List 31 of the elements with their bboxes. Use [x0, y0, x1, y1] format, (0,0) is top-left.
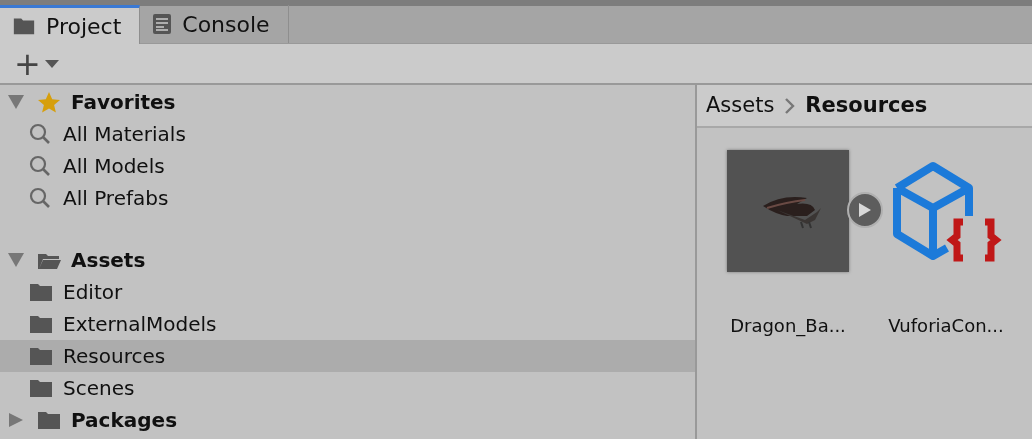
play-icon — [859, 203, 871, 217]
breadcrumb-item[interactable]: Resources — [805, 89, 928, 122]
asset-name: VuforiaCon... — [888, 314, 1004, 338]
tree-item[interactable]: Resources — [0, 340, 695, 372]
tree-item[interactable]: Favorites — [0, 86, 695, 118]
expanded-arrow-icon — [8, 253, 24, 267]
folder-icon — [28, 281, 54, 303]
folder-icon — [28, 377, 54, 399]
tree-item[interactable]: All Prefabs — [0, 182, 695, 214]
breadcrumb-item[interactable]: Assets — [706, 89, 775, 122]
collapsed-arrow-icon — [8, 413, 24, 427]
folder-icon — [28, 313, 54, 335]
tab[interactable]: Project — [0, 5, 141, 44]
add-button[interactable]: + — [10, 47, 63, 80]
tree-item[interactable]: All Materials — [0, 118, 695, 150]
console-icon — [152, 13, 173, 35]
star-icon — [36, 91, 62, 113]
asset-name: Dragon_Ba... — [730, 314, 846, 339]
folder-icon — [28, 345, 54, 367]
expanded-arrow-icon — [8, 95, 24, 109]
tree-item[interactable]: ExternalModels — [0, 308, 695, 340]
folder-icon — [36, 409, 62, 431]
tree-item[interactable]: Editor — [0, 276, 695, 308]
tree-item[interactable]: Packages — [0, 404, 695, 436]
play-button[interactable] — [847, 192, 883, 228]
caret-icon — [44, 59, 59, 68]
tree-item[interactable]: All Models — [0, 150, 695, 182]
tab[interactable]: Console — [140, 5, 289, 43]
tree-item[interactable]: Scenes — [0, 372, 695, 404]
tree-item[interactable]: Assets — [0, 244, 695, 276]
chevron-icon — [784, 97, 796, 114]
